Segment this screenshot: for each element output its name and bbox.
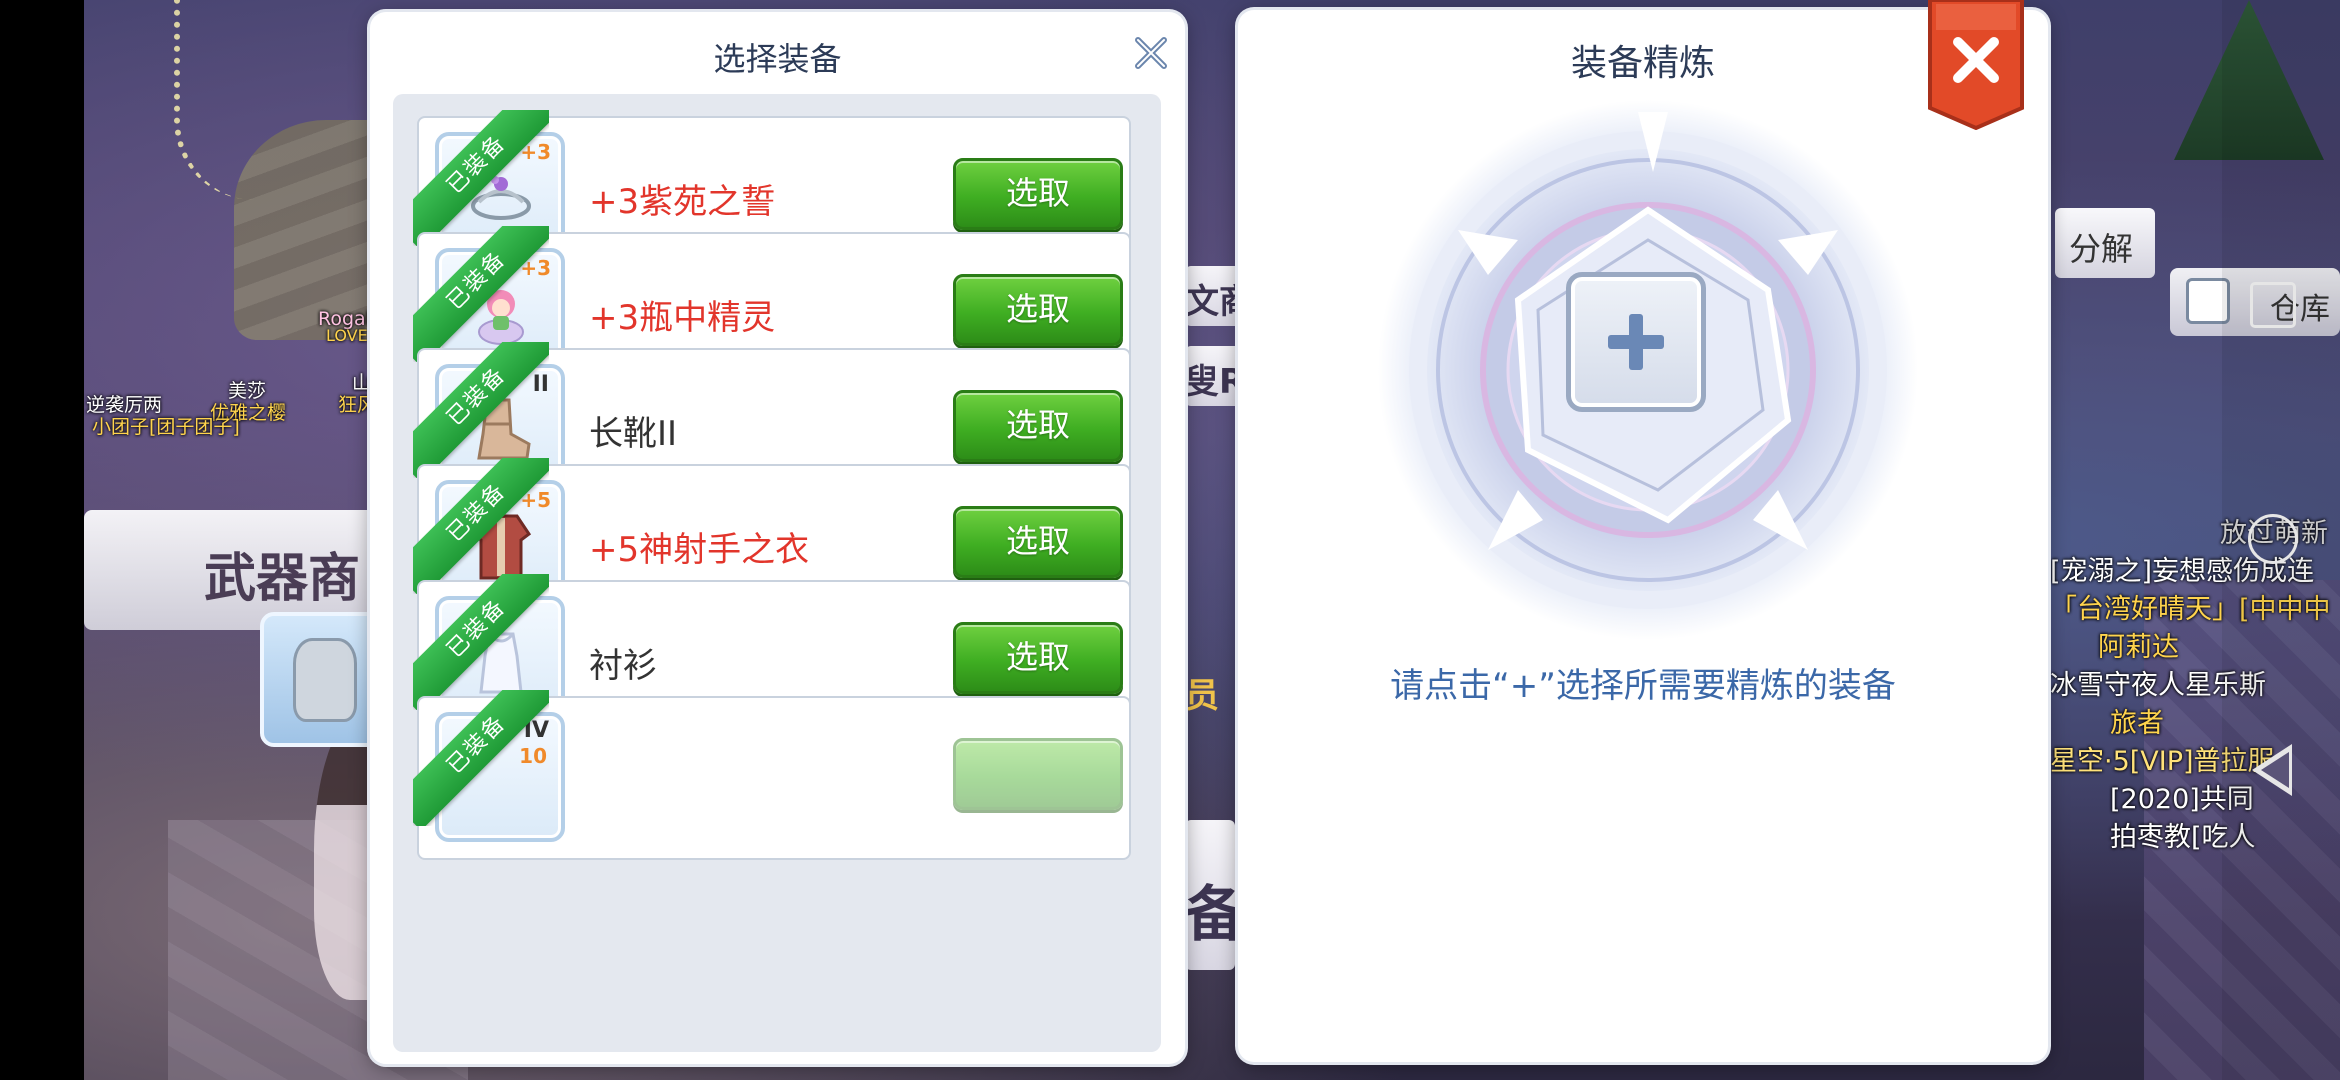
circlet-icon — [471, 176, 531, 220]
select-button[interactable]: 选取 — [953, 506, 1123, 578]
weapon-shop-label: 武器商 — [204, 549, 361, 609]
select-equipment-panel: 选择装备 +3 已装备 +3紫苑之誓 选取 +3 已装备 +3瓶中精灵 选取 I… — [370, 12, 1185, 1064]
refine-hint-text: 请点击“+”选择所需要精炼的装备 — [1390, 666, 1896, 706]
equipment-name: 长靴II — [589, 414, 678, 454]
add-equipment-slot[interactable] — [1566, 272, 1706, 412]
boots-icon — [477, 398, 531, 460]
refine-level-tag: +3 — [520, 256, 551, 280]
disassemble-label: 分解 — [2069, 230, 2134, 268]
equipment-refine-panel: 装备精炼 请点击“+”选择所需要精炼的装备 — [1238, 0, 2048, 1062]
close-icon — [1928, 0, 2024, 131]
home-icon[interactable] — [2248, 514, 2298, 564]
equipment-name: +5神射手之衣 — [589, 530, 810, 570]
bg-text-sou: 叟R — [1185, 362, 1246, 402]
refine-panel-close-button[interactable] — [1926, 0, 2026, 131]
equipment-list[interactable]: +3 已装备 +3紫苑之誓 选取 +3 已装备 +3瓶中精灵 选取 II 已装备… — [393, 94, 1161, 1052]
back-icon[interactable] — [2252, 744, 2292, 796]
bg-text-yuan: 员 — [1185, 676, 1219, 716]
tier-tag: IV — [523, 718, 549, 743]
refine-level-tag: +5 — [520, 488, 551, 512]
refine-level-tag: +3 — [520, 140, 551, 164]
select-panel-title: 选择装备 — [713, 40, 842, 78]
armor-coat-icon — [470, 514, 532, 580]
equipment-name: 衬衫 — [589, 646, 657, 686]
select-button[interactable]: 选取 — [953, 390, 1123, 462]
recent-apps-icon[interactable] — [2250, 282, 2296, 328]
android-nav-bar — [2222, 0, 2340, 1080]
bg-text-bei: 备 — [1185, 880, 1245, 950]
close-icon — [1135, 37, 1167, 69]
armor-icon — [293, 638, 357, 722]
select-button[interactable]: 选取 — [953, 274, 1123, 346]
select-button[interactable]: 选取 — [953, 622, 1123, 694]
disassemble-button[interactable]: 分解 — [2055, 208, 2155, 278]
select-panel-close-button[interactable] — [1130, 32, 1172, 74]
player-name-nixi: 逆袭厉两 — [86, 394, 163, 416]
tier-tag: II — [532, 372, 549, 397]
select-button[interactable] — [953, 738, 1123, 810]
bottled-fairy-icon — [478, 290, 524, 345]
screen-left-edge — [0, 0, 84, 1080]
equipment-row: IV 10 已装备 — [413, 690, 1131, 860]
refine-level-tag: 10 — [519, 744, 547, 768]
equipment-name: +3紫苑之誓 — [589, 182, 776, 222]
plus-icon-vertical — [1629, 314, 1643, 370]
equipment-name: +3瓶中精灵 — [589, 298, 776, 338]
equipment-icon-slot: IV 10 — [435, 712, 565, 842]
select-button[interactable]: 选取 — [953, 158, 1123, 230]
shirt-icon — [479, 632, 523, 694]
